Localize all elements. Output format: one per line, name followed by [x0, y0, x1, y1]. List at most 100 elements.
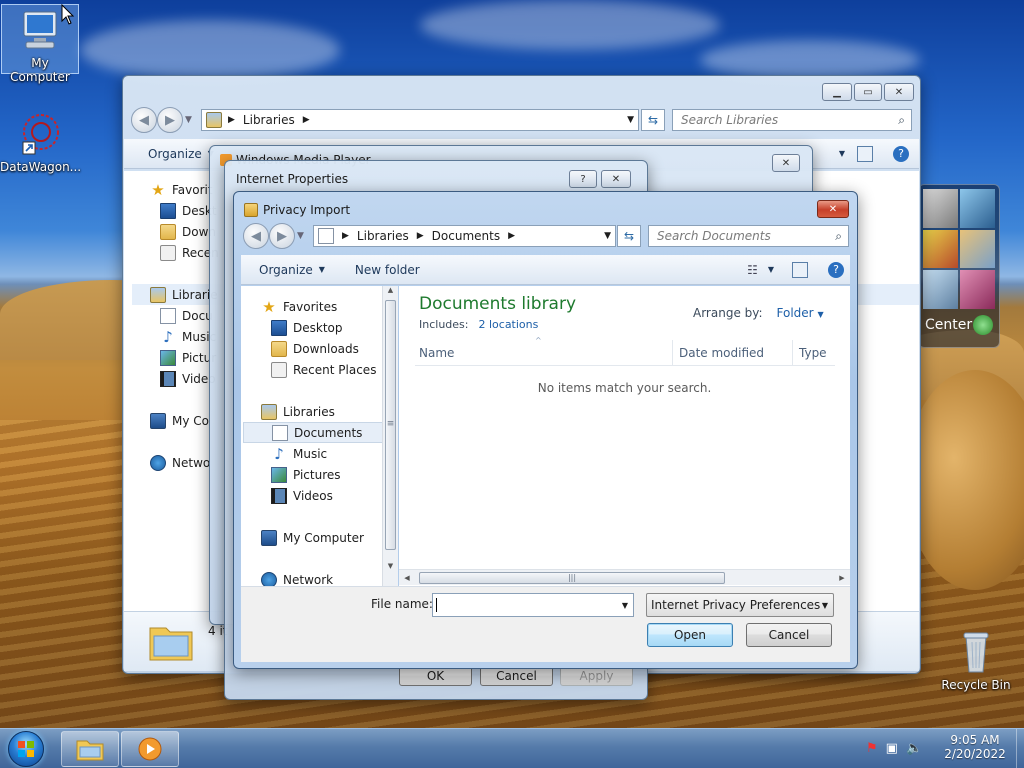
media-center-gadget[interactable]: Center: [918, 184, 1000, 348]
breadcrumb-libraries[interactable]: Libraries: [357, 229, 409, 243]
forward-button[interactable]: ▶: [269, 223, 295, 249]
nav-item-libraries[interactable]: Libraries: [261, 401, 397, 422]
preview-pane-icon[interactable]: [792, 261, 808, 278]
nav-item-recent-places[interactable]: Recent Places: [261, 359, 397, 380]
includes-locations-link[interactable]: 2 locations: [478, 318, 538, 331]
forward-button[interactable]: ▶: [157, 107, 183, 133]
chevron-down-icon[interactable]: ▼: [604, 231, 611, 241]
taskbar-media-player-button[interactable]: [121, 731, 179, 767]
help-icon[interactable]: ?: [893, 145, 909, 162]
column-type[interactable]: Type: [793, 340, 835, 365]
cancel-button[interactable]: Cancel: [746, 623, 832, 647]
library-title: Documents library: [419, 294, 577, 314]
command-bar: Organize ▼ New folder ☷ ▼ ?: [241, 255, 850, 285]
refresh-button[interactable]: ⇆: [617, 225, 641, 247]
scroll-thumb[interactable]: ≡: [385, 300, 396, 550]
nav-item-videos[interactable]: Videos: [261, 485, 397, 506]
document-icon: [272, 424, 288, 441]
minimize-button[interactable]: ▁: [822, 83, 852, 101]
privacy-import-dialog[interactable]: Privacy Import ✕ ◀ ▶ ▼ ▶ Libraries ▶ Doc…: [233, 191, 858, 669]
search-input[interactable]: Search Libraries ⌕: [672, 109, 912, 131]
datawagon-icon: [15, 112, 63, 156]
recent-pages-arrow-icon[interactable]: ▼: [297, 231, 304, 241]
ok-button[interactable]: OK: [399, 666, 472, 686]
taskbar: ⚑ ▣ 🔈 9:05 AM 2/20/2022: [0, 728, 1024, 768]
close-button[interactable]: ✕: [817, 200, 849, 218]
nav-item-downloads[interactable]: Downloads: [261, 338, 397, 359]
clock-time: 9:05 AM: [950, 733, 1000, 747]
chevron-down-icon[interactable]: ▼: [622, 601, 628, 610]
recent-places-icon: [160, 244, 176, 261]
windows-logo-icon: [18, 741, 34, 757]
file-name-field[interactable]: ▼: [432, 593, 634, 617]
nav-item-pictures[interactable]: Pictures: [261, 464, 397, 485]
close-button[interactable]: ✕: [772, 154, 800, 172]
library-icon: [150, 286, 166, 303]
pictures-icon: [160, 349, 176, 366]
nav-item-desktop[interactable]: Desktop: [261, 317, 397, 338]
dialog-title: Privacy Import: [263, 203, 351, 217]
network-icon: [150, 454, 166, 471]
volume-icon[interactable]: 🔈: [906, 741, 922, 756]
action-center-flag-icon[interactable]: ⚑: [866, 741, 878, 756]
chevron-down-icon[interactable]: ▼: [627, 115, 634, 125]
computer-icon: [261, 529, 277, 546]
network-tray-icon[interactable]: ▣: [886, 741, 898, 756]
back-button[interactable]: ◀: [131, 107, 157, 133]
nav-item-music[interactable]: ♪ Music: [261, 443, 397, 464]
arrange-by-dropdown[interactable]: Folder ▼: [777, 306, 824, 320]
nav-item-documents[interactable]: Documents: [243, 422, 383, 443]
nav-item-favorites[interactable]: ★ Favorites: [261, 296, 397, 317]
nav-item-my-computer[interactable]: My Computer: [261, 527, 397, 548]
apply-button[interactable]: Apply: [560, 666, 633, 686]
show-desktop-button[interactable]: [1016, 729, 1024, 768]
help-icon[interactable]: ?: [828, 261, 844, 278]
maximize-button[interactable]: ▭: [854, 83, 882, 101]
breadcrumb-documents[interactable]: Documents: [432, 229, 500, 243]
scroll-right-arrow[interactable]: ▶: [834, 574, 850, 582]
preview-pane-icon[interactable]: [857, 145, 873, 162]
recent-pages-arrow-icon[interactable]: ▼: [185, 115, 192, 125]
back-button[interactable]: ◀: [243, 223, 269, 249]
star-icon: ★: [151, 180, 165, 199]
view-menu-arrow[interactable]: ▼: [839, 149, 845, 158]
desktop-icon-recycle-bin[interactable]: Recycle Bin: [936, 630, 1016, 700]
folder-icon: [271, 340, 287, 357]
view-options-icon[interactable]: ☷: [747, 263, 758, 277]
column-date-modified[interactable]: Date modified: [673, 340, 793, 365]
address-bar[interactable]: ▶ Libraries ▶ Documents ▶ ▼: [313, 225, 616, 247]
clock[interactable]: 9:05 AM 2/20/2022: [940, 733, 1010, 761]
organize-menu[interactable]: Organize▼: [249, 263, 335, 277]
column-header-row: Name ^ Date modified Type: [415, 336, 835, 366]
view-menu-arrow[interactable]: ▼: [768, 265, 774, 274]
nav-scrollbar[interactable]: ▲ ≡ ▼: [382, 286, 398, 586]
taskbar-explorer-button[interactable]: [61, 731, 119, 767]
scroll-up-arrow[interactable]: ▲: [383, 286, 398, 300]
open-button[interactable]: Open: [647, 623, 733, 647]
address-libraries[interactable]: Libraries: [243, 113, 295, 127]
scroll-down-arrow[interactable]: ▼: [383, 562, 398, 576]
desktop-icon-label: Recycle Bin: [941, 678, 1011, 692]
start-button[interactable]: [8, 731, 44, 767]
recent-places-icon: [271, 361, 287, 378]
close-button[interactable]: ✕: [601, 170, 631, 188]
horizontal-scrollbar[interactable]: ◀ ||| ▶: [399, 569, 850, 585]
privacy-import-icon: [244, 203, 258, 217]
scroll-left-arrow[interactable]: ◀: [399, 574, 415, 582]
refresh-button[interactable]: ⇆: [641, 109, 665, 131]
includes-label: Includes:: [419, 318, 469, 331]
address-bar[interactable]: ▶ Libraries ▶ ▼: [201, 109, 639, 131]
scroll-thumb[interactable]: |||: [419, 571, 725, 584]
breadcrumb-arrow-icon: ▶: [342, 231, 349, 241]
close-button[interactable]: ✕: [884, 83, 914, 101]
empty-message: No items match your search.: [537, 381, 712, 395]
desktop-icon-datawagon[interactable]: DataWagon...: [0, 112, 81, 178]
cancel-button[interactable]: Cancel: [480, 666, 553, 686]
content-pane: Documents library Includes: 2 locations …: [399, 286, 850, 586]
help-button[interactable]: ?: [569, 170, 597, 188]
new-folder-button[interactable]: New folder: [345, 263, 430, 277]
search-input[interactable]: Search Documents ⌕: [648, 225, 849, 247]
media-player-icon: [138, 737, 162, 761]
column-name[interactable]: Name ^: [415, 336, 673, 365]
file-type-select[interactable]: Internet Privacy Preferences ▼: [646, 593, 834, 617]
